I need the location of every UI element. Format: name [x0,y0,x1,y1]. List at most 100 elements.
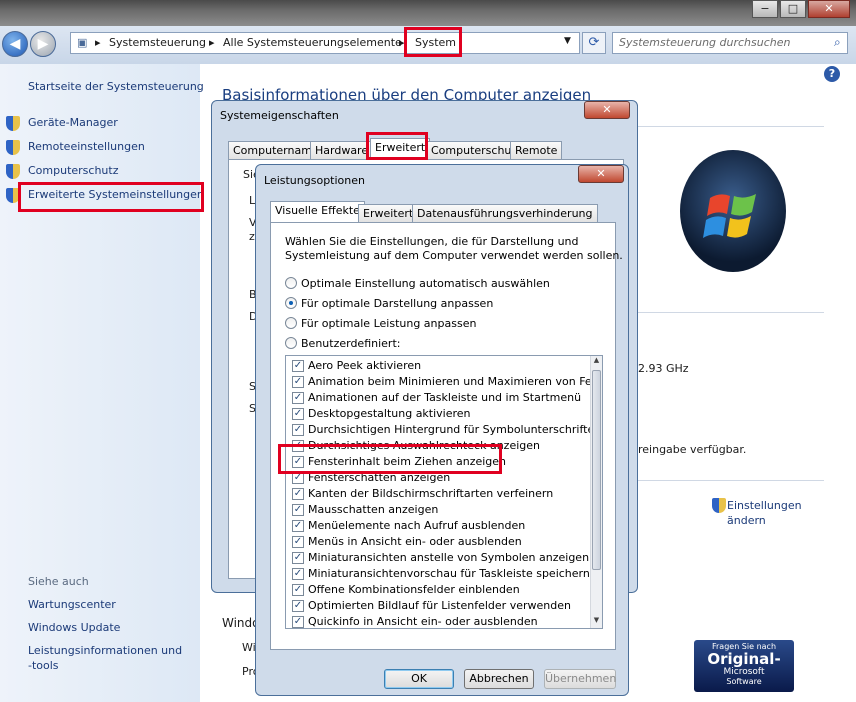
breadcrumb-systemsteuerung[interactable]: Systemsteuerung [109,36,206,49]
maximize-button[interactable]: □ [780,0,806,18]
freigabe-text: reingabe verfügbar. [638,443,747,456]
highlight-erweitert-tab [366,132,428,160]
chevron-down-icon[interactable]: ▼ [564,36,571,46]
help-icon[interactable]: ? [824,66,840,82]
checkbox[interactable]: ✓ [292,408,304,420]
effect-option[interactable]: ✓ Menüelemente nach Aufruf ausblenden [286,518,586,534]
perf-close-button[interactable]: ✕ [578,165,624,183]
checkbox[interactable]: ✓ [292,504,304,516]
settings-change-link-2[interactable]: ändern [727,514,766,527]
intro-text-1: Wählen Sie die Einstellungen, die für Da… [285,235,579,248]
folder-icon: ▣ [77,36,88,49]
scroll-up-icon[interactable]: ▲ [592,356,601,368]
effect-option-label: Optimierten Bildlauf für Listenfelder ve… [308,599,571,612]
radio-auto-label: Optimale Einstellung automatisch auswähl… [301,277,550,290]
effect-option-label: Desktopgestaltung aktivieren [308,407,471,420]
checkbox[interactable]: ✓ [292,536,304,548]
effect-option-label: Quickinfo in Ansicht ein- oder ausblende… [308,615,538,628]
address-bar[interactable]: ▣ ▸ Systemsteuerung ▸ Alle Systemsteueru… [70,32,580,54]
apply-button[interactable]: Übernehmen [544,669,616,689]
cpu-speed: 2.93 GHz [638,362,689,375]
search-icon[interactable]: ⌕ [834,35,841,50]
forward-button[interactable]: ▶ [30,31,56,57]
scroll-down-icon[interactable]: ▼ [592,616,601,628]
effect-option[interactable]: ✓ Animation beim Minimieren und Maximiere… [286,374,592,390]
scrollbar-thumb[interactable] [592,370,601,570]
see-also-windows-update[interactable]: Windows Update [28,621,120,634]
sidebar-item-computerschutz[interactable]: Computerschutz [28,164,119,177]
intro-text-2: Systemleistung auf dem Computer verwende… [285,249,623,262]
effect-option[interactable]: ✓ Optimierten Bildlauf für Listenfelder v… [286,598,586,614]
see-also-leistungsinfo[interactable]: Leistungsinformationen und [28,644,182,657]
radio-darstellung[interactable] [285,297,297,309]
settings-change-link[interactable]: Einstellungen [727,499,802,512]
see-also-tools[interactable]: -tools [28,659,59,672]
checkbox[interactable]: ✓ [292,600,304,612]
effect-option[interactable]: ✓ Miniaturansichtenvorschau für Taskleist… [286,566,590,582]
see-also-heading: Siehe auch [28,575,89,588]
effect-option-label: Durchsichtigen Hintergrund für Symbolunt… [308,423,592,436]
checkbox[interactable]: ✓ [292,376,304,388]
radio-benutzerdefiniert[interactable] [285,337,297,349]
leistungsoptionen-dialog: Leistungsoptionen ✕ Visuelle Effekte Erw… [255,164,629,696]
refresh-button[interactable]: ⟳ [582,32,606,54]
effect-option[interactable]: ✓ Menüs in Ansicht ein- oder ausblenden [286,534,586,550]
effect-option[interactable]: ✓ Kanten der Bildschirmschriftarten verfe… [286,486,586,502]
cancel-button[interactable]: Abbrechen [464,669,534,689]
arrow-left-icon: ◀ [9,36,21,52]
visual-effects-panel: Wählen Sie die Einstellungen, die für Da… [270,222,623,650]
windows-logo [680,150,786,272]
effect-option[interactable]: ✓ Aero Peek aktivieren [286,358,586,374]
close-icon: ✕ [596,167,606,180]
arrow-right-icon: ▶ [37,36,49,52]
shield-icon [6,116,20,131]
effect-option[interactable]: ✓ Mausschatten anzeigen [286,502,586,518]
checkbox[interactable]: ✓ [292,360,304,372]
checkbox[interactable]: ✓ [292,392,304,404]
see-also-wartungscenter[interactable]: Wartungscenter [28,598,116,611]
minimize-button[interactable]: − [752,0,778,18]
effect-option-label: Miniaturansichtenvorschau für Taskleiste… [308,567,590,580]
dialog-title: Systemeigenschaften [220,109,339,122]
effect-option-label: Kanten der Bildschirmschriftarten verfei… [308,487,554,500]
back-button[interactable]: ◀ [2,31,28,57]
sidebar-home-link[interactable]: Startseite der Systemsteuerung [28,80,204,93]
checkbox[interactable]: ✓ [292,488,304,500]
checkbox[interactable]: ✓ [292,424,304,436]
search-input[interactable]: Systemsteuerung durchsuchen [612,32,848,54]
tab-visuelle-effekte[interactable]: Visuelle Effekte [270,201,365,222]
effect-option[interactable]: ✓ Quickinfo in Ansicht ein- oder ausblend… [286,614,586,628]
ok-button[interactable]: OK [384,669,454,689]
radio-auto[interactable] [285,277,297,289]
effects-listbox[interactable]: ✓ Aero Peek aktivieren ✓ Animation beim Min… [285,355,603,629]
breadcrumb-alle-elemente[interactable]: Alle Systemsteuerungselemente [223,36,402,49]
checkbox[interactable]: ✓ [292,520,304,532]
genuine-microsoft-badge: Fragen Sie nach Original- Microsoft Soft… [694,640,794,692]
effect-option-label: Offene Kombinationsfelder einblenden [308,583,520,596]
effect-option-label: Miniaturansichten anstelle von Symbolen … [308,551,590,564]
highlight-erweiterte [18,182,204,212]
effects-list: ✓ Aero Peek aktivieren ✓ Animation beim Min… [286,356,592,628]
highlight-fensterinhalt [278,444,502,474]
effect-option-label: Aero Peek aktivieren [308,359,422,372]
effect-option[interactable]: ✓ Offene Kombinationsfelder einblenden [286,582,586,598]
tab-datenausfuehrungsverhinderung[interactable]: Datenausführungsverhinderung [412,204,598,222]
effect-option[interactable]: ✓ Animationen auf der Taskleiste und im S… [286,390,586,406]
effect-option[interactable]: ✓ Miniaturansichten anstelle von Symbolen… [286,550,590,566]
tab-perf-erweitert[interactable]: Erweitert [358,204,419,222]
effect-option[interactable]: ✓ Durchsichtigen Hintergrund für Symbolun… [286,422,592,438]
tab-hardware[interactable]: Hardware [310,141,374,159]
radio-leistung[interactable] [285,317,297,329]
effect-option-label: Animationen auf der Taskleiste und im St… [308,391,582,404]
checkbox[interactable]: ✓ [292,616,304,628]
close-button[interactable]: ✕ [808,0,850,18]
sidebar-item-remoteeinstellungen[interactable]: Remoteeinstellungen [28,140,145,153]
list-scrollbar[interactable]: ▲ ▼ [590,356,602,628]
tab-remote[interactable]: Remote [510,141,563,159]
checkbox[interactable]: ✓ [292,552,304,564]
effect-option[interactable]: ✓ Desktopgestaltung aktivieren [286,406,586,422]
checkbox[interactable]: ✓ [292,568,304,580]
sidebar-item-geraete-manager[interactable]: Geräte-Manager [28,116,118,129]
sysprops-close-button[interactable]: ✕ [584,101,630,119]
checkbox[interactable]: ✓ [292,584,304,596]
